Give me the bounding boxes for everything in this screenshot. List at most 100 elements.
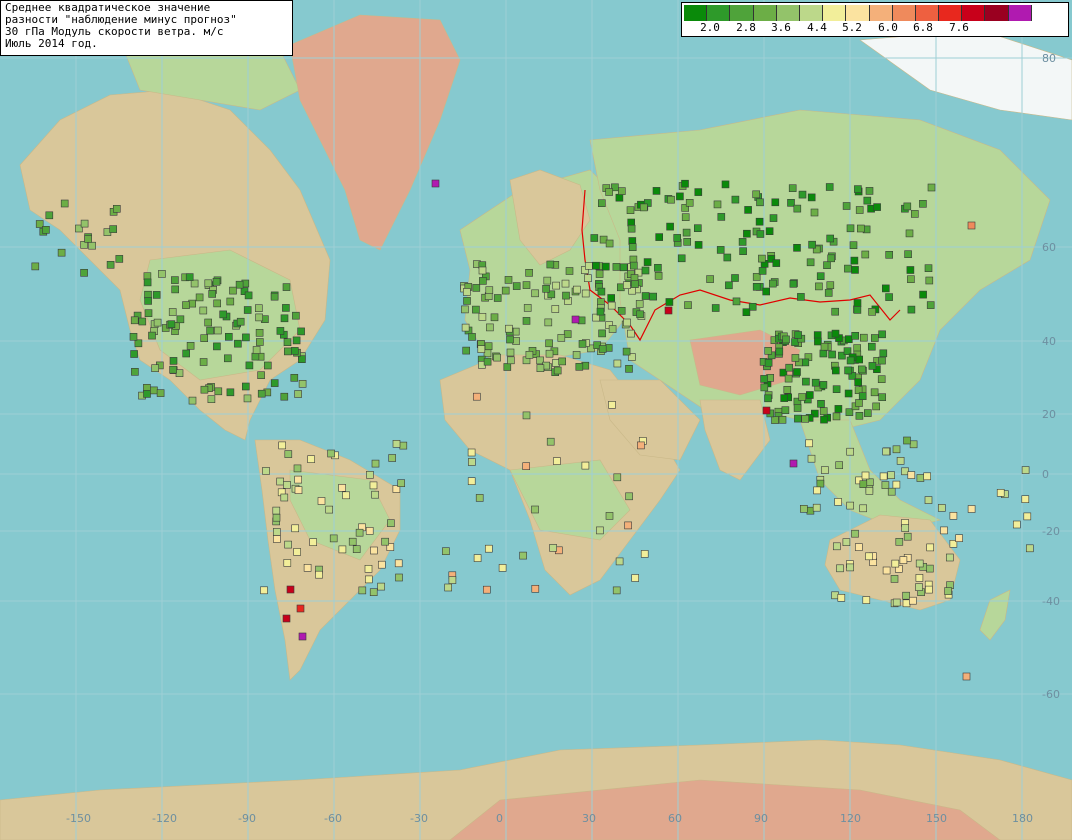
station-marker — [387, 519, 395, 528]
station-marker — [738, 238, 747, 246]
longitude-label: -120 — [152, 812, 177, 825]
title-line-4: Июль 2014 год. — [5, 37, 98, 50]
station-marker — [801, 414, 810, 423]
station-marker — [224, 354, 232, 363]
station-marker — [235, 280, 244, 289]
station-marker — [764, 394, 772, 403]
station-marker — [899, 556, 908, 565]
station-marker — [317, 497, 326, 505]
station-marker — [815, 282, 823, 291]
station-marker — [280, 493, 289, 502]
station-marker — [242, 333, 250, 342]
station-marker — [204, 318, 212, 327]
station-marker — [879, 472, 888, 481]
station-marker — [639, 203, 648, 212]
station-marker — [683, 238, 692, 246]
station-marker — [798, 393, 807, 401]
station-marker — [744, 206, 752, 214]
station-marker — [578, 340, 587, 348]
station-marker — [940, 526, 948, 535]
station-marker — [596, 307, 605, 316]
station-marker — [919, 200, 927, 208]
station-marker — [294, 475, 303, 484]
station-marker — [290, 373, 299, 382]
station-marker — [797, 293, 805, 301]
station-marker — [903, 202, 912, 211]
station-marker — [462, 288, 471, 296]
station-marker — [226, 388, 235, 397]
station-marker — [552, 359, 560, 367]
station-marker — [937, 504, 946, 512]
station-marker — [371, 459, 380, 468]
station-marker — [783, 385, 792, 394]
station-marker — [820, 415, 828, 424]
station-marker — [431, 179, 440, 188]
station-marker — [531, 584, 540, 593]
station-marker — [150, 386, 158, 395]
station-marker — [902, 599, 911, 608]
station-marker — [473, 554, 482, 562]
station-marker — [862, 596, 871, 604]
station-marker — [581, 289, 590, 298]
station-marker — [926, 301, 935, 309]
station-marker — [768, 279, 777, 288]
legend-swatch — [776, 5, 800, 21]
station-marker — [924, 496, 933, 504]
station-marker — [525, 268, 533, 277]
station-marker — [272, 506, 281, 515]
station-marker — [212, 277, 221, 286]
station-marker — [892, 445, 901, 454]
station-marker — [808, 240, 816, 249]
station-marker — [498, 564, 507, 572]
station-marker — [927, 183, 936, 192]
station-marker — [612, 586, 621, 595]
station-marker — [850, 256, 859, 265]
station-marker — [627, 224, 636, 233]
station-marker — [199, 358, 208, 366]
station-marker — [775, 347, 784, 356]
station-marker — [282, 283, 291, 291]
station-marker — [605, 188, 613, 196]
station-marker — [369, 588, 378, 597]
station-marker — [742, 308, 751, 317]
legend-swatch — [915, 5, 940, 21]
station-marker — [794, 331, 802, 339]
station-marker — [867, 342, 876, 351]
station-marker — [793, 244, 801, 252]
station-marker — [506, 356, 515, 365]
station-marker — [245, 361, 254, 370]
station-marker — [782, 335, 790, 344]
station-marker — [806, 506, 815, 515]
station-marker — [236, 317, 245, 326]
station-marker — [286, 585, 295, 594]
station-marker — [832, 412, 841, 421]
station-marker — [814, 337, 822, 346]
station-marker — [760, 375, 768, 383]
longitude-label: 90 — [754, 812, 768, 825]
station-marker — [854, 185, 862, 193]
station-marker — [263, 361, 272, 370]
station-marker — [743, 229, 751, 238]
station-marker — [255, 338, 264, 346]
station-marker — [905, 229, 914, 238]
station-marker — [909, 440, 918, 449]
station-marker — [855, 355, 864, 364]
station-marker — [608, 325, 617, 333]
station-marker — [342, 491, 350, 500]
longitude-label: -30 — [410, 812, 428, 825]
station-marker — [206, 326, 214, 335]
station-marker — [294, 390, 302, 398]
station-marker — [156, 389, 165, 397]
station-marker — [565, 267, 574, 275]
station-marker — [863, 409, 872, 417]
station-marker — [882, 447, 891, 456]
station-marker — [859, 504, 868, 513]
station-marker — [298, 355, 306, 364]
station-marker — [824, 289, 833, 297]
station-marker — [138, 317, 147, 326]
station-marker — [506, 348, 515, 357]
legend-label: 5.2 — [842, 21, 862, 34]
station-marker — [244, 291, 253, 300]
station-marker — [551, 305, 560, 313]
station-marker — [397, 479, 406, 488]
